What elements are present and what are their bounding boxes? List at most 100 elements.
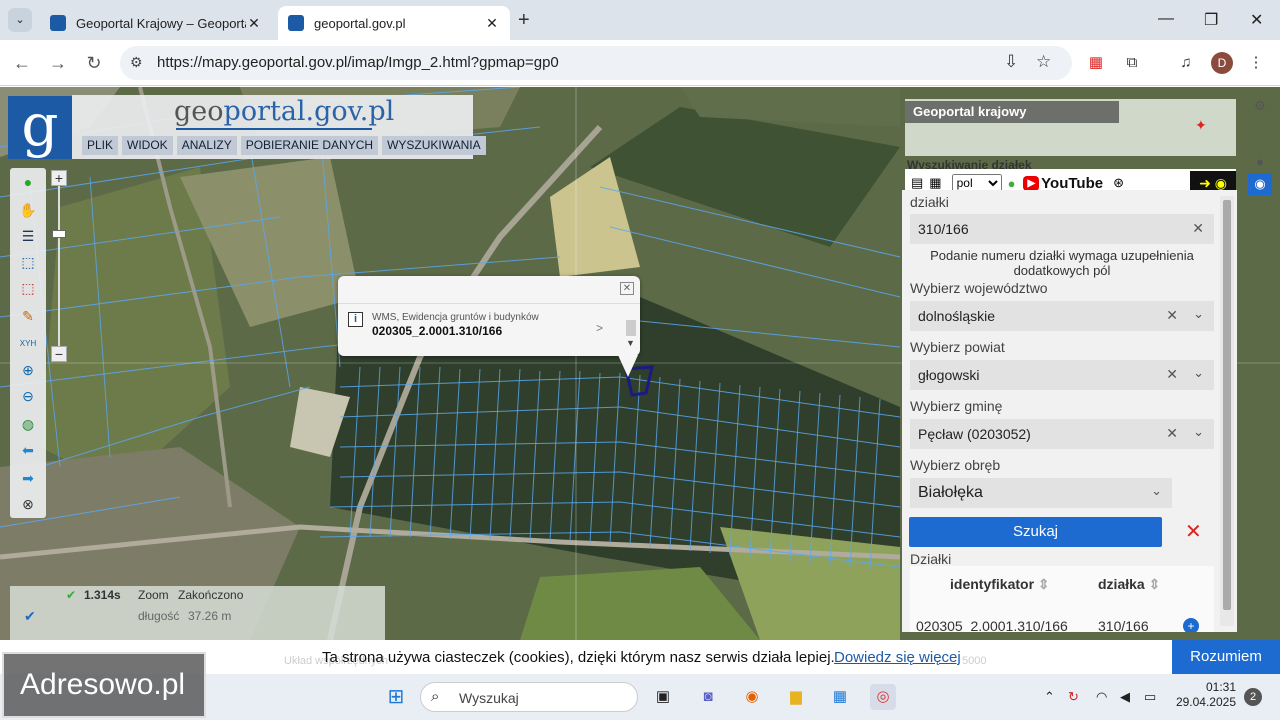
pencil-icon[interactable]: ✎ (18, 306, 38, 326)
menu-plik[interactable]: PLIK (82, 136, 119, 155)
chrome-icon[interactable]: ◎ (870, 684, 896, 710)
zoom-handle[interactable] (52, 230, 66, 238)
firefox-icon[interactable]: ◉ (739, 684, 765, 710)
close-window-button[interactable]: ✕ (1250, 10, 1263, 30)
column-parcel[interactable]: działka ⇕ (1098, 576, 1160, 593)
help-icon[interactable]: ● (1008, 176, 1016, 191)
extensions-puzzle-icon[interactable]: ⧉ (1120, 51, 1144, 75)
forward-arrow-icon[interactable]: ➡ (18, 468, 38, 488)
forward-button[interactable]: → (46, 51, 70, 75)
geoportal-logo[interactable]: g (8, 96, 72, 159)
popup-expand-icon[interactable]: > (596, 321, 603, 335)
zoom-in-icon[interactable]: ⊕ (18, 360, 38, 380)
cookie-accept-button[interactable]: Rozumiem (1172, 640, 1280, 674)
tray-chevron-icon[interactable]: ⌃ (1044, 689, 1055, 705)
tray-sync-icon[interactable]: ↻ (1068, 689, 1079, 705)
chevron-down-icon[interactable]: ⌄ (1151, 483, 1162, 499)
popup-scrollbar[interactable]: ▼ (626, 310, 636, 350)
menu-pobieranie-danych[interactable]: POBIERANIE DANYCH (240, 136, 379, 155)
select-red-icon[interactable]: ⬚ (18, 278, 38, 298)
panel-scroll-thumb[interactable] (1223, 200, 1231, 610)
xyh-coordinates-icon[interactable]: XYH (18, 334, 38, 354)
reload-button[interactable]: ↻ (82, 51, 106, 75)
result-parcel[interactable]: 310/166 (1098, 618, 1149, 632)
scroll-down-icon[interactable]: ▼ (626, 338, 635, 348)
media-control-icon[interactable]: ♫ (1174, 51, 1198, 75)
globe-icon[interactable]: ◍ (18, 414, 38, 434)
result-identifier[interactable]: 020305_2.0001.310/166 (916, 618, 1068, 632)
notification-badge[interactable]: 2 (1244, 688, 1262, 706)
profile-avatar[interactable]: D (1211, 52, 1233, 74)
commune-select[interactable]: Pęcław (0203052) ✕ ⌄ (910, 419, 1214, 449)
tab-geoportal-gov[interactable]: geoportal.gov.pl ✕ (278, 6, 510, 40)
parcel-number-input[interactable]: 310/166 ✕ (910, 214, 1214, 244)
task-view-icon[interactable]: ▣ (650, 684, 676, 710)
clear-icon[interactable]: ✕ (1166, 366, 1178, 383)
install-app-icon[interactable]: ⇩ (1004, 52, 1018, 72)
bookmark-star-icon[interactable]: ☆ (1036, 52, 1051, 72)
minimize-button[interactable]: — (1158, 10, 1174, 28)
extension-red-icon[interactable]: ▦ (1084, 51, 1108, 75)
sort-icon[interactable]: ⇕ (1149, 576, 1161, 592)
select-area-icon[interactable]: ⬚ (18, 252, 38, 272)
file-explorer-icon[interactable]: ▆ (783, 684, 809, 710)
back-button[interactable]: ← (10, 51, 34, 75)
clear-tool-icon[interactable]: ⊗ (18, 494, 38, 514)
menu-wyszukiwania[interactable]: WYSZUKIWANIA (382, 136, 486, 155)
sort-icon[interactable]: ⇕ (1038, 576, 1050, 592)
list-icon[interactable]: ▤ (911, 175, 923, 191)
store-icon[interactable]: ▦ (827, 684, 853, 710)
close-tab-icon[interactable]: ✕ (246, 15, 262, 32)
column-identifier[interactable]: identyfikator ⇕ (950, 576, 1050, 593)
popup-scroll-thumb[interactable] (626, 320, 636, 336)
search-button[interactable]: Szukaj (909, 517, 1162, 547)
chevron-down-icon[interactable]: ⌄ (1193, 306, 1204, 322)
tab-geoportal-krajowy[interactable]: Geoportal Krajowy – Geoportal ✕ (40, 6, 272, 40)
chevron-down-icon[interactable]: ⌄ (1193, 365, 1204, 381)
clear-icon[interactable]: ✕ (1166, 425, 1178, 442)
close-tab-icon[interactable]: ✕ (484, 15, 500, 32)
clear-icon[interactable]: ✕ (1192, 220, 1204, 237)
wms-icon[interactable]: ▦ (929, 175, 941, 191)
voivodeship-select[interactable]: dolnośląskie ✕ ⌄ (910, 301, 1214, 331)
info-tool-icon[interactable]: ● (18, 172, 38, 192)
accessibility-icon[interactable]: ⊛ (1113, 175, 1124, 191)
checkbox-checked-icon[interactable]: ✔ (24, 608, 36, 625)
zoom-out-icon[interactable]: ⊖ (18, 386, 38, 406)
wifi-icon[interactable]: ◠ (1096, 689, 1107, 705)
panel-dot-icon[interactable]: ● (1248, 151, 1272, 173)
panel-eye-icon[interactable]: ◉ (1248, 173, 1272, 195)
taskbar-clock[interactable]: 01:31 29.04.2025 (1176, 680, 1236, 710)
pan-hand-icon[interactable]: ✋ (18, 200, 38, 220)
cancel-search-icon[interactable]: ✕ (1185, 522, 1202, 542)
clear-icon[interactable]: ✕ (1166, 307, 1178, 324)
new-tab-button[interactable]: + (518, 9, 530, 32)
county-select[interactable]: głogowski ✕ ⌄ (910, 360, 1214, 390)
youtube-link[interactable]: ▶ YouTube (1023, 175, 1103, 192)
chevron-down-icon[interactable]: ⌄ (1193, 424, 1204, 440)
precinct-select[interactable]: Białołęka ⌄ (910, 478, 1172, 508)
site-info-icon[interactable]: ⚙ (130, 54, 143, 71)
taskbar-search[interactable]: ⌕ Wyszukaj (420, 682, 638, 712)
zoom-in-button[interactable]: + (51, 170, 67, 186)
tab-search-button[interactable]: ⌄ (8, 8, 32, 32)
overview-map[interactable]: Geoportal krajowy ✦ (905, 99, 1236, 156)
layers-list-icon[interactable]: ☰ (18, 226, 38, 246)
omnibox[interactable]: ⚙ https://mapy.geoportal.gov.pl/imap/Img… (120, 46, 1072, 80)
teams-icon[interactable]: ◙ (695, 684, 721, 710)
popup-close-icon[interactable]: ✕ (620, 282, 634, 295)
url-text[interactable]: https://mapy.geoportal.gov.pl/imap/Imgp_… (157, 54, 559, 71)
restore-button[interactable]: ❐ (1204, 10, 1218, 30)
windows-start-icon[interactable]: ⊞ (383, 684, 409, 710)
settings-gear-icon[interactable]: ⚙ (1248, 95, 1272, 117)
back-arrow-icon[interactable]: ⬅ (18, 440, 38, 460)
zoom-out-button[interactable]: − (51, 346, 67, 362)
expand-row-icon[interactable]: + (1183, 618, 1199, 632)
menu-kebab-icon[interactable]: ⋮ (1244, 51, 1268, 75)
zoom-slider[interactable]: + − (50, 168, 68, 364)
menu-analizy[interactable]: ANALIZY (176, 136, 237, 155)
cookie-more-link[interactable]: Dowiedz się więcej (834, 649, 961, 666)
volume-icon[interactable]: ◀ (1120, 689, 1130, 705)
panel-scrollbar[interactable] (1220, 196, 1234, 626)
battery-icon[interactable]: ▭ (1144, 689, 1156, 705)
